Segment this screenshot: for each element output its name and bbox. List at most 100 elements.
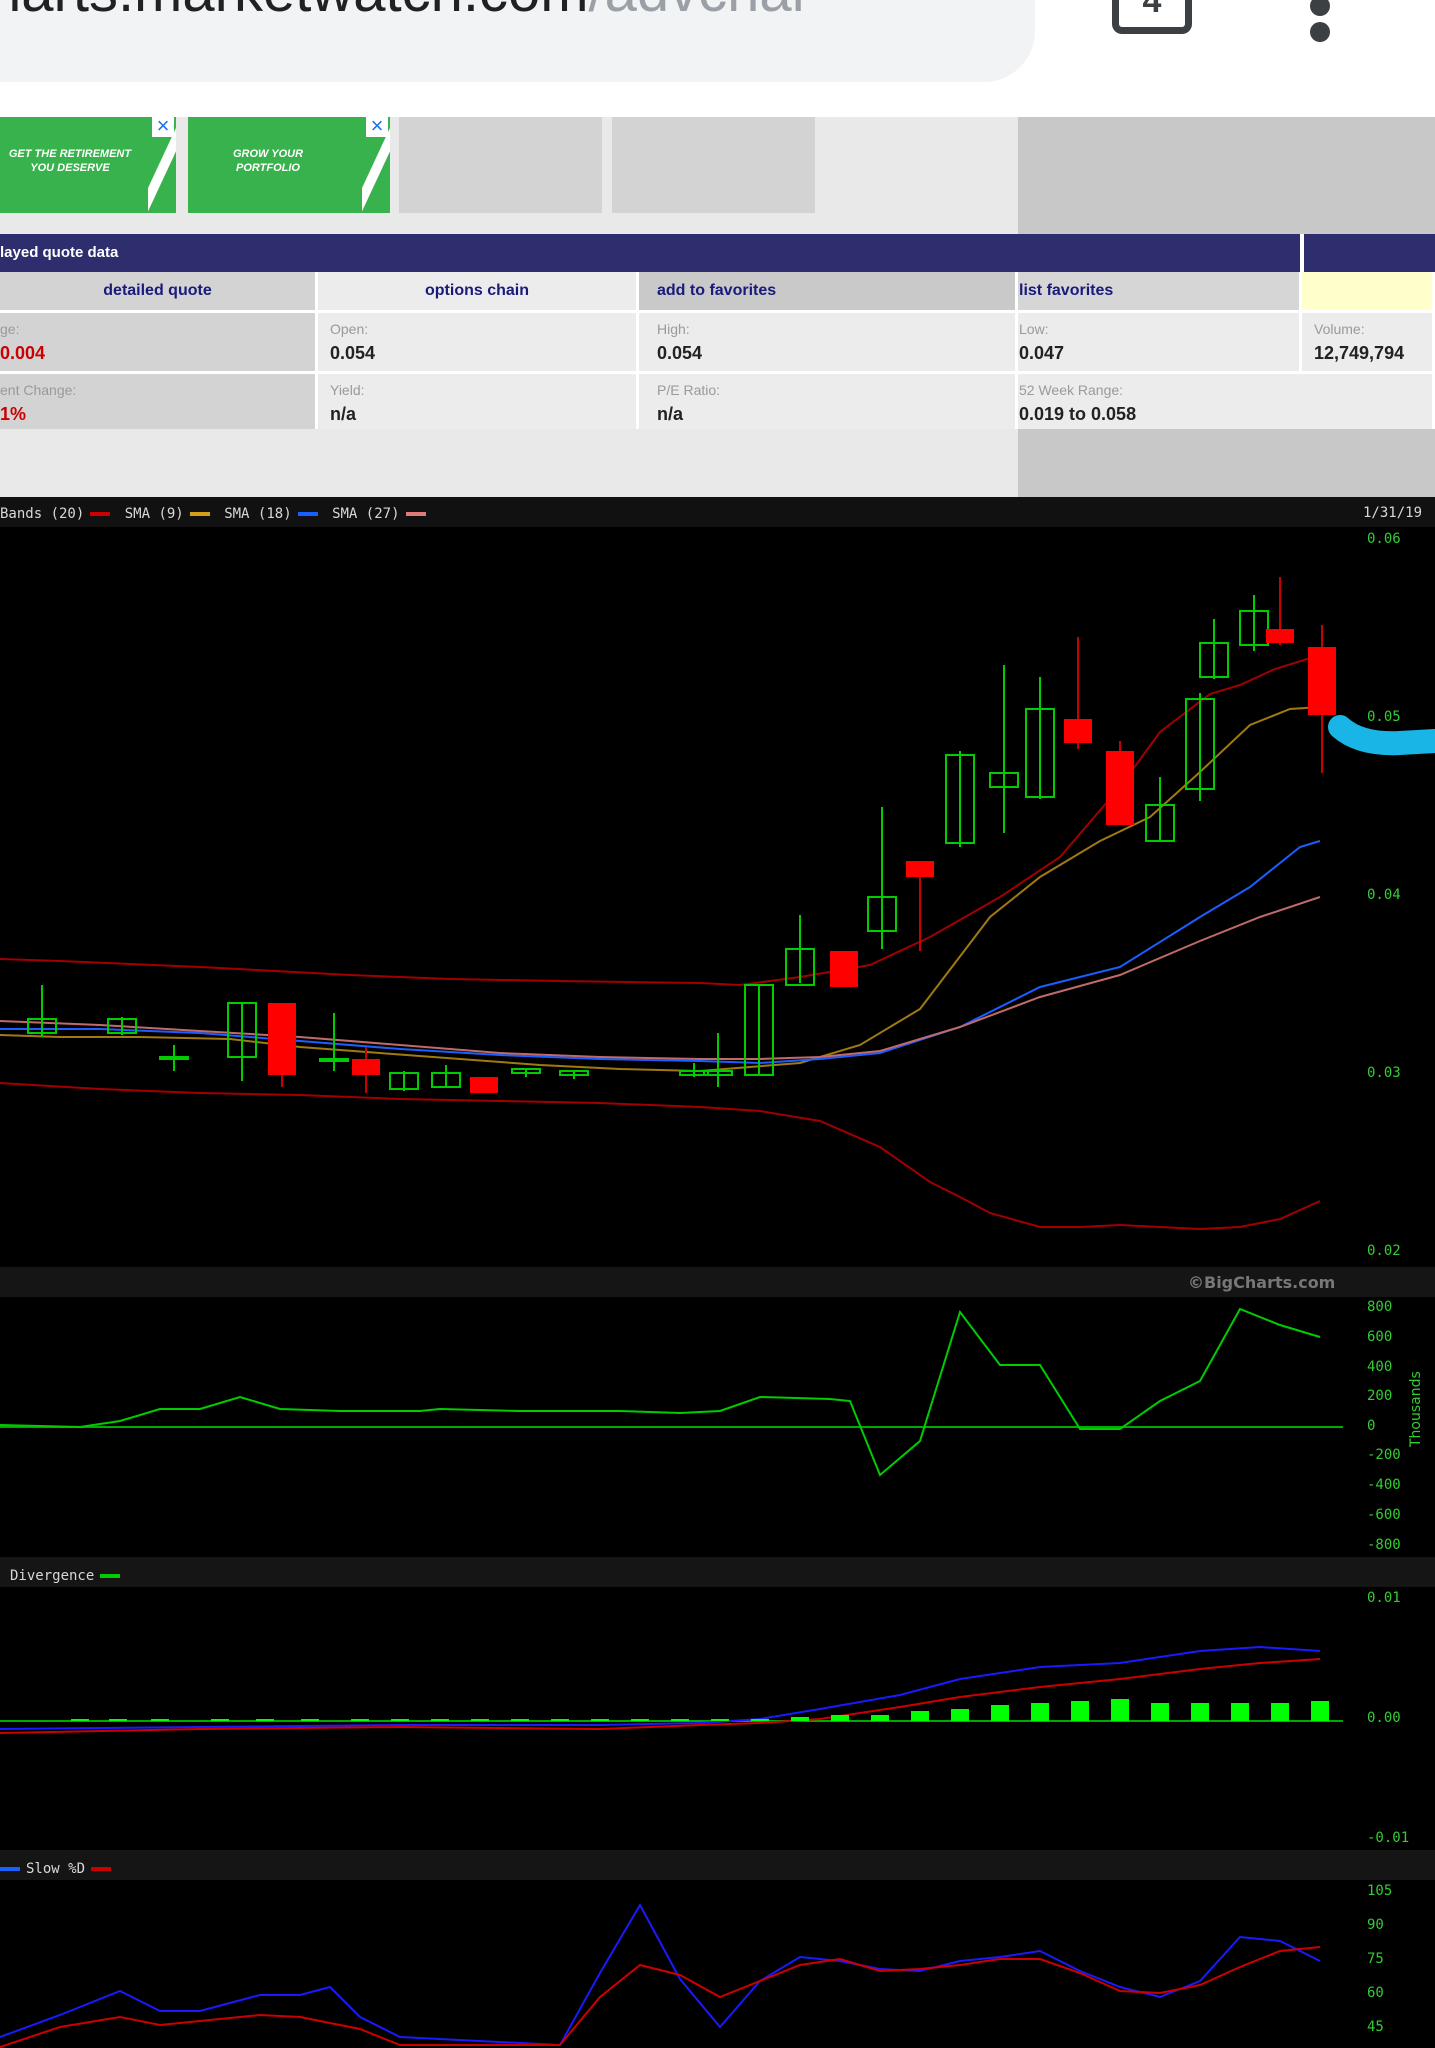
quote-links-row: detailed quote options chain add to favo… (0, 272, 1435, 313)
address-bar[interactable]: charts.marketwatch.com/advchar (0, 0, 1035, 82)
divergence-bar (751, 1719, 769, 1721)
divergence-bar (991, 1705, 1009, 1721)
stoch-tick: 60 (1367, 1985, 1384, 2001)
list-favorites-link[interactable]: list favorites (1018, 272, 1302, 313)
price-tick: 0.06 (1367, 531, 1401, 547)
divergence-bar (1071, 1701, 1089, 1721)
divergence-bar (791, 1717, 809, 1721)
add-to-favorites-link[interactable]: add to favorites (639, 272, 1018, 313)
candle-body-down (1064, 719, 1092, 743)
divergence-bar (1111, 1699, 1129, 1721)
detailed-quote-link[interactable]: detailed quote (0, 272, 318, 313)
divergence-bar (631, 1719, 649, 1721)
divergence-bar (256, 1719, 274, 1721)
bigcharts-credit: ©BigCharts.com (1188, 1273, 1336, 1292)
stoch-tick: 105 (1367, 1883, 1393, 1899)
divergence-bar (711, 1719, 729, 1721)
stochastic-d (0, 1946, 1321, 2048)
quote-row-1: ge: 0.004 Open: 0.054 High: 0.054 Low: 0… (0, 313, 1435, 374)
candle-body-down (906, 861, 934, 877)
browser-toolbar: charts.marketwatch.com/advchar 4 (0, 0, 1435, 117)
panel-separator (0, 1557, 1435, 1587)
sma-27 (0, 896, 1321, 1060)
change-cell: ge: 0.004 (0, 313, 318, 374)
ad-placeholder (399, 117, 602, 213)
macd-tick: 0.00 (1367, 1710, 1401, 1726)
url-domain: charts.marketwatch.com (0, 0, 589, 24)
divergence-bar (871, 1715, 889, 1721)
ad-placeholder (612, 117, 815, 213)
yield-cell: Yield: n/a (318, 374, 639, 435)
divergence-bar (1311, 1701, 1329, 1721)
divergence-bar (951, 1709, 969, 1721)
volume-tick: 600 (1367, 1329, 1393, 1345)
quote-header: layed quote data (0, 234, 1435, 272)
stock-chart[interactable]: Bands (20) SMA (9) SMA (18) SMA (27) 1/3… (0, 497, 1435, 2048)
ad-text: GROW YOUR PORTFOLIO (232, 148, 304, 174)
divergence-bar (151, 1719, 169, 1721)
volume-tick: -400 (1367, 1477, 1401, 1493)
candle-body-down (1266, 629, 1294, 643)
pe-ratio-cell: P/E Ratio: n/a (639, 374, 1018, 435)
stoch-tick: 45 (1367, 2019, 1384, 2035)
divergence-bar (911, 1711, 929, 1721)
open-value: 0.054 (330, 343, 376, 363)
price-tick: 0.03 (1367, 1065, 1401, 1081)
price-tick: 0.05 (1367, 709, 1401, 725)
week-range-cell: 52 Week Range: 0.019 to 0.058 (1018, 374, 1435, 435)
volume-unit-label: Thousands (1408, 1371, 1424, 1447)
url-text[interactable]: charts.marketwatch.com/advchar (0, 0, 811, 25)
macd-tick: -0.01 (1367, 1830, 1410, 1846)
yield-value: n/a (330, 404, 357, 424)
vertical-dots-icon[interactable] (1305, 0, 1335, 42)
divergence-bar (1191, 1703, 1209, 1721)
quote-header-label: layed quote data (0, 244, 119, 261)
lower-band (0, 1082, 1321, 1231)
divergence-bar (831, 1715, 849, 1721)
volume-tick: 200 (1367, 1388, 1393, 1404)
macd-tick: 0.01 (1367, 1590, 1401, 1606)
options-chain-link[interactable]: options chain (318, 272, 639, 313)
divergence-bar (471, 1719, 489, 1721)
high-value: 0.054 (657, 343, 703, 363)
volume-tick: -200 (1367, 1447, 1401, 1463)
close-icon[interactable]: × (366, 115, 388, 137)
candle-body-down (830, 951, 858, 987)
ad-banner-retirement[interactable]: GET THE RETIREMENT YOU DESERVE × (0, 115, 176, 213)
candle-body-down (352, 1059, 380, 1075)
low-value: 0.047 (1019, 343, 1065, 363)
candle-body-down (1106, 751, 1134, 825)
quote-row-2: ent Change: 1% Yield: n/a P/E Ratio: n/a… (0, 374, 1435, 435)
candle-body-down (470, 1077, 498, 1093)
stochastic-k (0, 1902, 1321, 2047)
divergence-bar (1151, 1703, 1169, 1721)
volume-tick: 800 (1367, 1299, 1393, 1315)
week-range-value: 0.019 to 0.058 (1019, 404, 1137, 424)
divergence-bar (671, 1719, 689, 1721)
ad-banner-portfolio[interactable]: GROW YOUR PORTFOLIO × (188, 115, 390, 213)
divergence-bar (511, 1719, 529, 1721)
pe-ratio-value: n/a (657, 404, 684, 424)
divergence-bar (71, 1719, 89, 1721)
divergence-bar (391, 1719, 409, 1721)
divergence-bar (1031, 1703, 1049, 1721)
tab-switcher-button[interactable]: 4 (1112, 0, 1192, 34)
high-cell: High: 0.054 (639, 313, 1018, 374)
volume-tick: 400 (1367, 1359, 1393, 1375)
annotation-scribble (1328, 715, 1435, 756)
divergence-bar (211, 1719, 229, 1721)
volume-cell: Volume: 12,749,794 (1302, 313, 1435, 374)
ad-text: GET THE RETIREMENT YOU DESERVE (8, 148, 132, 174)
macd-legend: Divergence (0, 1568, 126, 1584)
stoch-tick: 75 (1367, 1951, 1384, 1967)
stochastic-legend: Slow %D (0, 1861, 117, 1877)
close-icon[interactable]: × (152, 115, 174, 137)
stoch-tick: 90 (1367, 1917, 1384, 1933)
price-tick: 0.04 (1367, 887, 1401, 903)
sma-18 (0, 840, 1321, 1065)
price-tick: 0.02 (1367, 1243, 1401, 1259)
low-cell: Low: 0.047 (1018, 313, 1302, 374)
open-cell: Open: 0.054 (318, 313, 639, 374)
chart-date: 1/31/19 (1363, 505, 1423, 521)
volume-value: 12,749,794 (1314, 343, 1405, 363)
